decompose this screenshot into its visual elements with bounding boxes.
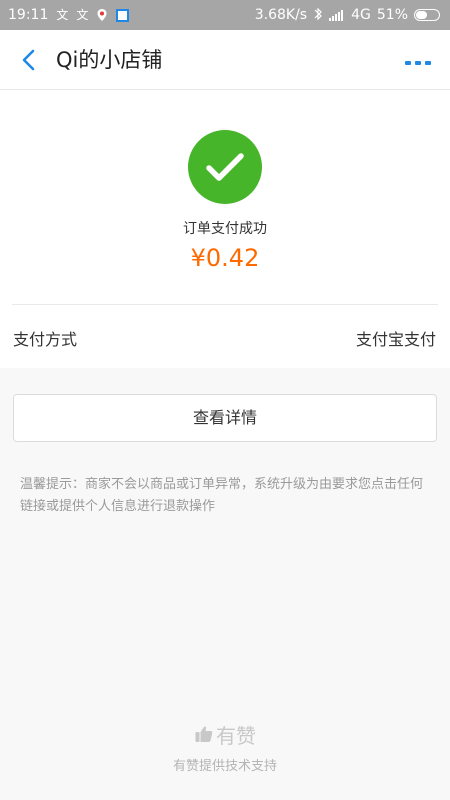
translate-icon: 文: [56, 8, 69, 22]
battery-percent: 51%: [376, 7, 408, 23]
footer-brand-name: 有赞: [216, 723, 256, 748]
payment-amount: ¥0.42: [190, 244, 260, 272]
status-bar: 19:11 文 文 3.68K/s 4G 51%: [0, 0, 450, 30]
translate-icon: 文: [76, 8, 89, 22]
map-icon: [96, 8, 108, 22]
footer-support-text: 有赞提供技术支持: [172, 759, 277, 774]
battery-icon: [414, 9, 440, 21]
warm-tip: 温馨提示：商家不会以商品或订单异常，系统升级为由要求您点击任何链接或提供个人信息…: [20, 477, 424, 514]
payment-method-value: 支付宝支付: [355, 330, 436, 349]
bluetooth-icon: [313, 7, 323, 23]
store-icon: [116, 8, 130, 22]
footer-brand: 有赞: [0, 720, 450, 748]
thumbs-up-icon: [194, 724, 214, 744]
success-card: 订单支付成功 ¥0.42 支付方式 支付宝支付: [0, 90, 450, 368]
more-dots-icon[interactable]: [404, 54, 432, 66]
signal-icon: [329, 9, 345, 21]
battery-fill: [416, 11, 427, 19]
status-left: 19:11 文 文: [8, 0, 130, 30]
net-speed: 3.68K/s: [254, 7, 308, 23]
page-title: Qi的小店铺: [56, 48, 163, 72]
check-circle-icon: [188, 130, 262, 204]
network-type: 4G: [351, 7, 371, 23]
divider: [12, 304, 438, 305]
success-message: 订单支付成功: [183, 221, 267, 237]
payment-method-label: 支付方式: [13, 330, 78, 349]
chevron-left-icon[interactable]: [18, 48, 40, 72]
status-right: 3.68K/s 4G 51%: [255, 0, 440, 30]
view-details-button[interactable]: 查看详情: [13, 394, 437, 442]
status-time: 19:11: [8, 7, 49, 23]
header: Qi的小店铺: [0, 30, 450, 90]
